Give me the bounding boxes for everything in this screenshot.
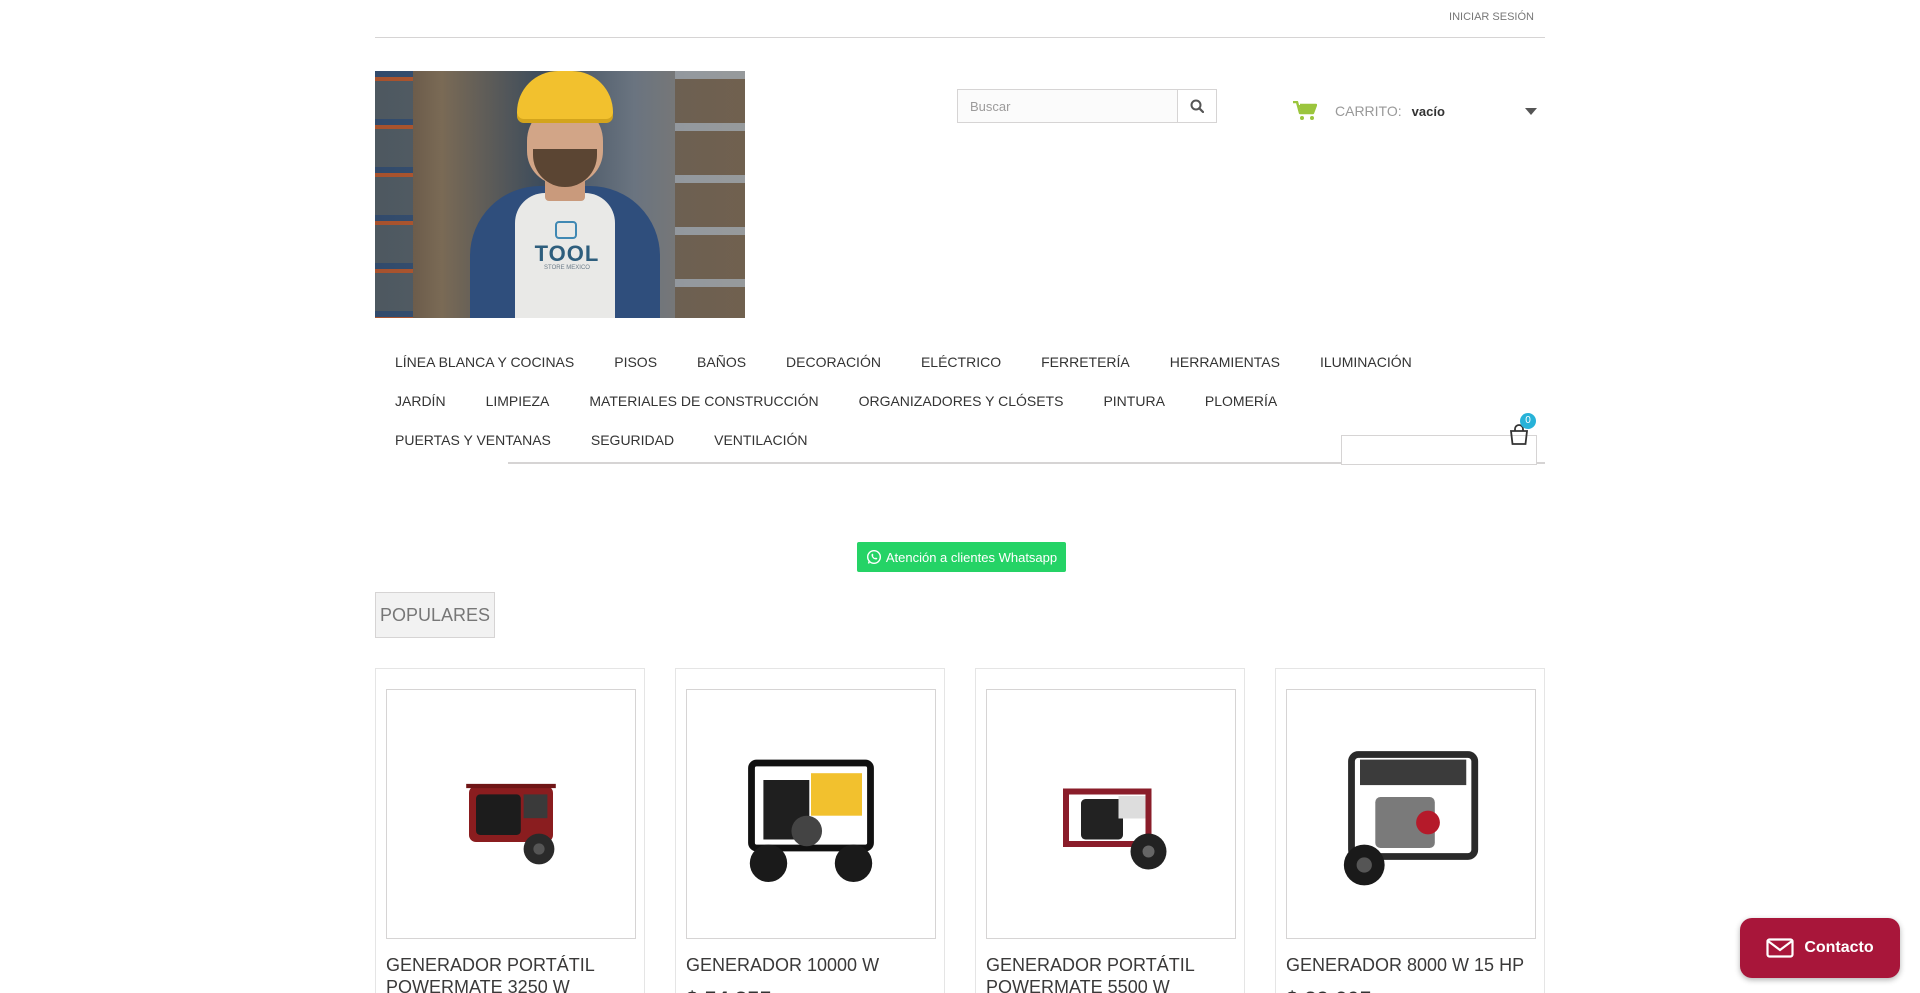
product-name[interactable]: GENERADOR PORTÁTIL POWERMATE 3250 W xyxy=(386,954,634,993)
contact-button[interactable]: Contacto xyxy=(1740,918,1900,978)
tab-populares[interactable]: POPULARES xyxy=(375,592,495,638)
contact-label: Contacto xyxy=(1804,939,1874,956)
product-image[interactable] xyxy=(386,689,636,939)
whatsapp-button[interactable]: Atención a clientes Whatsapp xyxy=(857,542,1066,572)
product-name[interactable]: GENERADOR 8000 W 15 HP xyxy=(1286,954,1534,976)
menu-item[interactable]: ILUMINACIÓN xyxy=(1300,343,1432,382)
logo-brand-mark xyxy=(555,221,577,239)
logo-beard xyxy=(533,149,597,187)
menu-item[interactable]: ORGANIZADORES Y CLÓSETS xyxy=(839,382,1084,421)
menu-item[interactable]: HERRAMIENTAS xyxy=(1150,343,1300,382)
logo-brand-subtext: STORE MEXICO xyxy=(544,265,590,271)
product-price: $ 29,605 xyxy=(1286,987,1372,993)
menu-item[interactable]: PUERTAS Y VENTANAS xyxy=(375,421,571,460)
menu-item[interactable]: PISOS xyxy=(594,343,677,382)
cart-summary[interactable]: Carrito: vacío xyxy=(1293,96,1545,126)
product-card: GENERADOR PORTÁTIL POWERMATE 5500 W xyxy=(975,668,1245,993)
menu-item[interactable]: MATERIALES DE CONSTRUCCIÓN xyxy=(569,382,838,421)
product-price: $ 54,355 xyxy=(686,987,772,993)
whatsapp-icon xyxy=(866,549,881,565)
menu-item[interactable]: LÍNEA BLANCA Y COCINAS xyxy=(375,343,594,382)
logo-shelf-left xyxy=(375,71,413,318)
product-image[interactable] xyxy=(986,689,1236,939)
header: TOOL STORE MEXICO Carrito: vacío xyxy=(375,38,1545,318)
search-input[interactable] xyxy=(957,89,1177,123)
product-image[interactable] xyxy=(686,689,936,939)
bag-count-badge: 0 xyxy=(1520,413,1536,429)
product-name[interactable]: GENERADOR 10000 W xyxy=(686,954,934,976)
menu-item[interactable]: JARDÍN xyxy=(375,382,466,421)
product-card: GENERADOR PORTÁTIL POWERMATE 3250 W xyxy=(375,668,645,993)
menu-item[interactable]: VENTILACIÓN xyxy=(694,421,827,460)
search-icon xyxy=(1190,99,1204,113)
menu-item[interactable]: LIMPIEZA xyxy=(466,382,570,421)
menu-item[interactable]: SEGURIDAD xyxy=(571,421,694,460)
top-bar: Iniciar sesión xyxy=(375,0,1545,38)
shopping-cart-icon xyxy=(1293,101,1317,120)
menu-item[interactable]: ELÉCTRICO xyxy=(901,343,1021,382)
product-list: GENERADOR PORTÁTIL POWERMATE 3250 W GENER… xyxy=(375,668,1545,993)
menu-item[interactable]: DECORACIÓN xyxy=(766,343,901,382)
category-menu: LÍNEA BLANCA Y COCINAS PISOS BAÑOS DECORACI… xyxy=(375,343,1545,465)
chevron-down-icon xyxy=(1525,108,1537,115)
cart-label: Carrito: xyxy=(1335,103,1402,119)
product-name[interactable]: GENERADOR PORTÁTIL POWERMATE 5500 W xyxy=(986,954,1234,993)
menu-item[interactable]: PLOMERÍA xyxy=(1185,382,1297,421)
search-bar xyxy=(957,89,1217,123)
menu-item[interactable]: BAÑOS xyxy=(677,343,766,382)
product-card: GENERADOR 8000 W 15 HP $ 29,605 xyxy=(1275,668,1545,993)
category-menu-list: LÍNEA BLANCA Y COCINAS PISOS BAÑOS DECORACI… xyxy=(375,343,1485,460)
menu-item[interactable]: PINTURA xyxy=(1083,382,1184,421)
whatsapp-label: Atención a clientes Whatsapp xyxy=(885,549,1058,565)
menu-item[interactable]: FERRETERÍA xyxy=(1021,343,1150,382)
logo-brand-text: TOOL xyxy=(534,241,600,266)
cart-state: vacío xyxy=(1411,103,1445,119)
product-card: GENERADOR 10000 W $ 54,355 xyxy=(675,668,945,993)
envelope-icon xyxy=(1766,938,1794,958)
search-button[interactable] xyxy=(1177,89,1217,123)
logo-hardhat xyxy=(517,71,613,119)
logo-shelf-right xyxy=(675,71,745,318)
login-link[interactable]: Iniciar sesión xyxy=(1449,11,1534,23)
page-wrapper: Iniciar sesión TOOL STORE MEXICO xyxy=(375,0,1545,318)
product-image[interactable] xyxy=(1286,689,1536,939)
store-logo-image[interactable]: TOOL STORE MEXICO xyxy=(375,71,745,318)
